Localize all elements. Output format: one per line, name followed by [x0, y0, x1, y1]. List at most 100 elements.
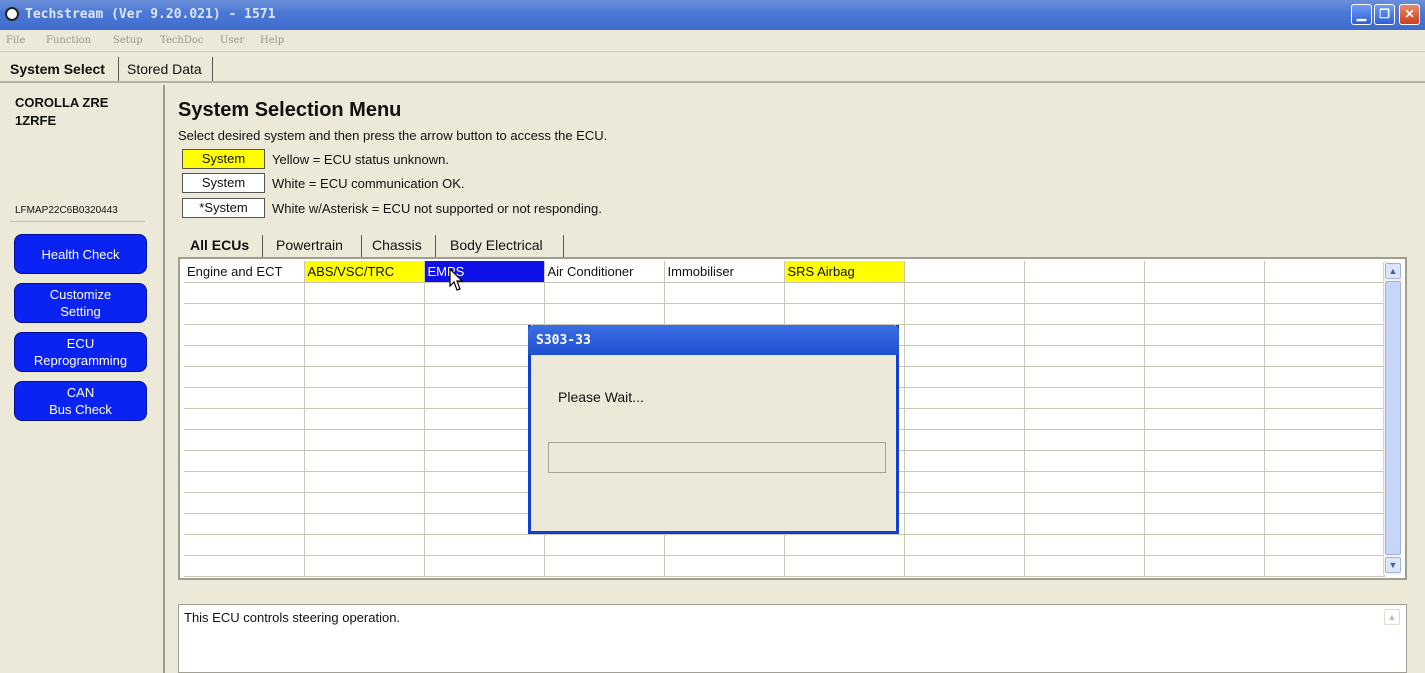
menu-setup[interactable]: Setup [113, 35, 143, 46]
tab-divider [262, 235, 263, 259]
ecu-cell-empty [1264, 555, 1385, 577]
scroll-up-icon[interactable]: ▲ [1385, 263, 1401, 279]
ecu-cell-empty [424, 345, 545, 367]
maximize-button[interactable]: ❐ [1374, 4, 1395, 25]
ecu-cell-emps[interactable]: EMPS [424, 261, 545, 283]
ecu-cell-empty [1024, 492, 1145, 514]
ecu-cell-empty [1264, 450, 1385, 472]
ecu-cell-empty [1264, 513, 1385, 535]
ecu-cell-empty [1264, 366, 1385, 388]
dialog-title: S303-33 [536, 333, 591, 348]
ecu-cell-empty [304, 471, 425, 493]
ecu-cell-empty [184, 492, 305, 514]
description-scrollbar[interactable]: ▲ [1384, 609, 1400, 669]
customize-setting-button[interactable]: Customize Setting [14, 283, 147, 323]
ecu-cell-empty [1144, 282, 1265, 304]
sidebar: COROLLA ZRE 1ZRFE LFMAP22C6B0320443 Heal… [0, 85, 165, 673]
menu-help[interactable]: Help [260, 35, 284, 46]
menu-file[interactable]: File [6, 35, 25, 46]
tab-chassis[interactable]: Chassis [372, 237, 422, 259]
can-bus-check-button[interactable]: CAN Bus Check [14, 381, 147, 421]
ecu-cell-empty [424, 492, 545, 514]
ecu-cell-empty [904, 324, 1025, 346]
ecu-cell-empty [424, 408, 545, 430]
health-check-button[interactable]: Health Check [14, 234, 147, 274]
menu-techdoc[interactable]: TechDoc [160, 35, 204, 46]
ecu-cell-srs-airbag[interactable]: SRS Airbag [784, 261, 905, 283]
legend-white-text: White = ECU communication OK. [272, 176, 465, 191]
scroll-up-icon[interactable]: ▲ [1384, 609, 1400, 625]
ecu-cell-empty [1144, 471, 1265, 493]
ecu-cell-empty [304, 534, 425, 556]
scroll-thumb[interactable] [1385, 281, 1401, 555]
ecu-cell-empty [1144, 450, 1265, 472]
ecu-cell-empty [1144, 261, 1265, 283]
ecu-cell-air-conditioner[interactable]: Air Conditioner [544, 261, 665, 283]
ecu-cell-empty [904, 534, 1025, 556]
ecu-cell-empty [304, 492, 425, 514]
ecu-cell-empty [1264, 324, 1385, 346]
ecu-reprogramming-button[interactable]: ECU Reprogramming [14, 332, 147, 372]
ecu-cell-empty [1144, 429, 1265, 451]
ecu-cell-empty [1024, 555, 1145, 577]
ecu-cell-empty [1024, 471, 1145, 493]
tab-divider [361, 235, 362, 259]
ecu-cell-empty [1144, 345, 1265, 367]
table-row [184, 555, 1385, 577]
ecu-cell-empty [424, 324, 545, 346]
ecu-cell-empty [304, 303, 425, 325]
ecu-cell-empty [424, 387, 545, 409]
tab-stored-data[interactable]: Stored Data [122, 57, 207, 81]
ecu-cell-empty [424, 534, 545, 556]
minimize-button[interactable]: ▁ [1351, 4, 1372, 25]
ecu-cell-empty [424, 555, 545, 577]
tab-divider [563, 235, 564, 259]
ecu-description: This ECU controls steering operation. [184, 610, 401, 625]
tab-system-select[interactable]: System Select [5, 57, 110, 81]
page-title: System Selection Menu [178, 99, 402, 121]
ecu-cell-empty [1264, 534, 1385, 556]
ecu-cell-empty [664, 282, 785, 304]
ecu-cell-empty [1264, 303, 1385, 325]
ecu-cell-empty [904, 387, 1025, 409]
ecu-cell-empty [424, 366, 545, 388]
please-wait-dialog: S303-33 Please Wait... [528, 325, 899, 534]
ecu-cell-empty [904, 555, 1025, 577]
ecu-cell-engine-and-ect[interactable]: Engine and ECT [184, 261, 305, 283]
tab-divider [435, 235, 436, 259]
ecu-cell-empty [664, 555, 785, 577]
ecu-cell-empty [1144, 366, 1265, 388]
table-row [184, 282, 1385, 304]
ecu-cell-abs-vsc-trc[interactable]: ABS/VSC/TRC [304, 261, 425, 283]
ecu-cell-empty [904, 345, 1025, 367]
ecu-cell-empty [424, 303, 545, 325]
ecu-cell-empty [304, 408, 425, 430]
ecu-cell-empty [1264, 429, 1385, 451]
scroll-down-icon[interactable]: ▼ [1385, 557, 1401, 573]
ecu-cell-empty [1024, 387, 1145, 409]
tab-body-electrical[interactable]: Body Electrical [450, 237, 543, 259]
legend-white-box: System [182, 173, 265, 193]
ecu-cell-empty [184, 429, 305, 451]
ecu-cell-empty [1144, 303, 1265, 325]
ecu-cell-immobiliser[interactable]: Immobiliser [664, 261, 785, 283]
tab-all-ecus[interactable]: All ECUs [190, 237, 249, 259]
tab-powertrain[interactable]: Powertrain [276, 237, 343, 259]
ecu-cell-empty [1144, 513, 1265, 535]
grid-scrollbar[interactable]: ▲ ▼ [1383, 262, 1401, 575]
ecu-cell-empty [784, 282, 905, 304]
menu-user[interactable]: User [220, 35, 244, 46]
vehicle-engine: 1ZRFE [15, 113, 57, 128]
menu-function[interactable]: Function [46, 35, 91, 46]
legend-asterisk-box: *System [182, 198, 265, 218]
legend-asterisk-text: White w/Asterisk = ECU not supported or … [272, 201, 602, 216]
ecu-cell-empty [664, 534, 785, 556]
ecu-cell-empty [304, 366, 425, 388]
ecu-cell-empty [1024, 261, 1145, 283]
close-button[interactable]: ✕ [1399, 4, 1420, 25]
title-bar: Techstream (Ver 9.20.021) - 1571 ▁ ❐ ✕ [0, 0, 1425, 30]
ecu-cell-empty [304, 450, 425, 472]
tab-divider [212, 57, 213, 81]
ecu-cell-empty [904, 366, 1025, 388]
ecu-cell-empty [904, 513, 1025, 535]
